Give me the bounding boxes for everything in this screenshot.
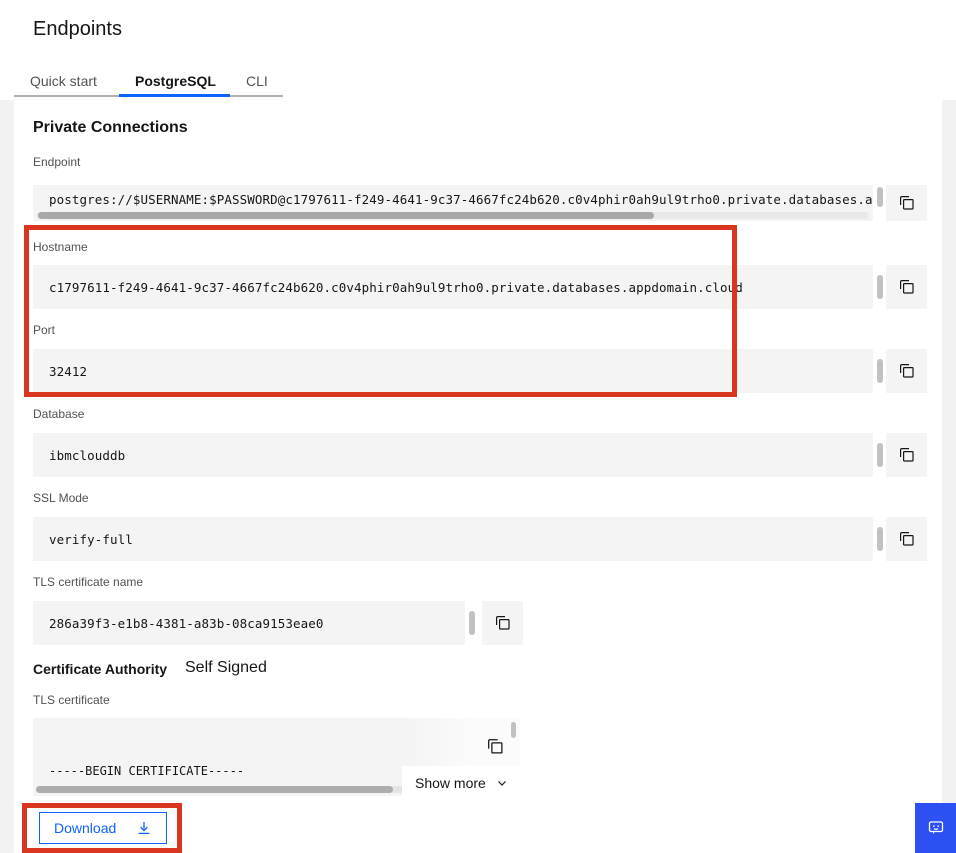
tab-cli[interactable]: CLI [230,66,283,97]
copy-button[interactable] [886,517,927,561]
copy-button[interactable] [886,349,927,393]
vertical-scrollbar-thumb[interactable] [469,611,475,635]
chevron-down-icon [496,777,508,789]
page-title: Endpoints [33,18,122,41]
tls-certificate-name-value-field[interactable]: 286a39f3-e1b8-4381-a83b-08ca9153eae0 [33,601,465,645]
ssl-mode-label: SSL Mode [33,491,89,505]
endpoint-value-field[interactable]: postgres://$USERNAME:$PASSWORD@c1797611-… [33,185,873,221]
vertical-scrollbar-thumb[interactable] [877,359,883,383]
copy-icon [487,738,504,755]
copy-button[interactable] [482,601,523,645]
show-more-button[interactable]: Show more [402,766,520,800]
download-icon [136,820,152,836]
vertical-scrollbar-thumb[interactable] [511,722,516,738]
vertical-scrollbar-thumb[interactable] [877,527,883,551]
certificate-authority-value: Self Signed [185,659,267,677]
horizontal-scrollbar-thumb[interactable] [36,786,393,793]
tls-certificate-label: TLS certificate [33,693,110,707]
copy-button[interactable] [886,185,927,221]
endpoint-label: Endpoint [33,155,80,169]
endpoint-value: postgres://$USERNAME:$PASSWORD@c1797611-… [49,192,873,207]
hostname-label: Hostname [33,240,88,254]
download-button[interactable]: Download [39,812,167,844]
database-value: ibmclouddb [49,448,125,463]
tls-certificate-name-label: TLS certificate name [33,575,143,589]
copy-icon [899,447,915,463]
tab-quick-start[interactable]: Quick start [14,66,119,97]
vertical-scrollbar-thumb[interactable] [877,443,883,467]
port-value: 32412 [49,364,87,379]
horizontal-scrollbar[interactable] [36,786,408,793]
port-value-field[interactable]: 32412 [33,349,873,393]
tls-certificate-name-value: 286a39f3-e1b8-4381-a83b-08ca9153eae0 [49,616,324,631]
copy-icon [899,195,915,211]
ssl-mode-value-field[interactable]: verify-full [33,517,873,561]
page-background-strip-right [942,100,956,853]
copy-button[interactable] [886,433,927,477]
database-value-field[interactable]: ibmclouddb [33,433,873,477]
tab-bar: Quick start PostgreSQL CLI [14,66,283,97]
download-button-label: Download [54,820,116,836]
horizontal-scrollbar[interactable] [36,212,869,219]
copy-icon [899,279,915,295]
copy-icon [899,531,915,547]
copy-button[interactable] [886,265,927,309]
database-label: Database [33,407,84,421]
copy-icon [495,615,511,631]
copy-icon [899,363,915,379]
hostname-value-field[interactable]: c1797611-f249-4641-9c37-4667fc24b620.c0v… [33,265,873,309]
endpoints-panel: Endpoints Quick start PostgreSQL CLI Pri… [0,0,956,853]
tab-postgresql[interactable]: PostgreSQL [119,66,230,97]
copy-button[interactable] [487,735,509,757]
page-background-strip-left [0,100,14,853]
vertical-scrollbar-thumb[interactable] [877,275,883,299]
hostname-value: c1797611-f249-4641-9c37-4667fc24b620.c0v… [49,280,743,295]
chat-icon [926,818,946,838]
show-more-label: Show more [415,775,486,791]
ssl-mode-value: verify-full [49,532,133,547]
chat-launcher-button[interactable] [915,803,956,853]
horizontal-scrollbar-thumb[interactable] [38,212,654,219]
port-label: Port [33,323,55,337]
section-heading: Private Connections [33,119,188,137]
vertical-scrollbar-thumb[interactable] [877,187,883,207]
certificate-authority-label: Certificate Authority [33,661,167,677]
